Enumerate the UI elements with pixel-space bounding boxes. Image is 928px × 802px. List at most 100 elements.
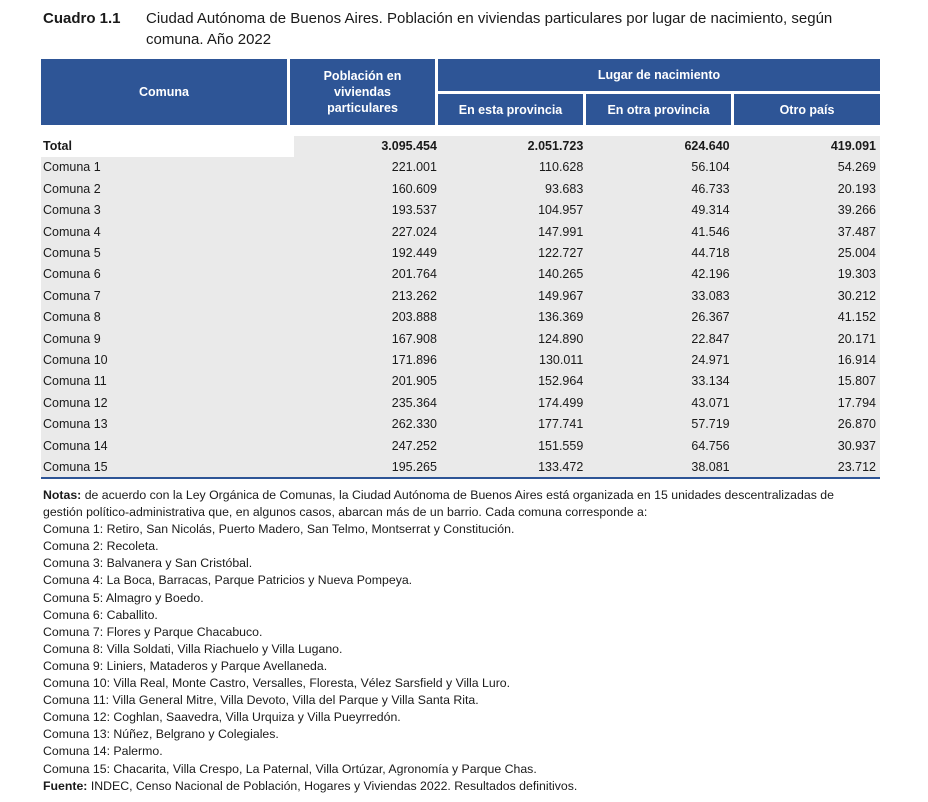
row-name-cell: Comuna 9: [41, 328, 294, 351]
table-bottom-rule: [41, 477, 880, 479]
table-row: Comuna 14 247.252 151.559 64.756 30.937: [41, 435, 880, 458]
otra-provincia-cell: 38.081: [587, 457, 734, 479]
note-line: Comuna 5: Almagro y Boedo.: [43, 590, 204, 605]
otra-provincia-cell: 43.071: [587, 392, 734, 415]
esta-provincia-cell: 2.051.723: [440, 136, 588, 158]
row-name-cell: Comuna 2: [41, 178, 294, 201]
esta-provincia-cell: 147.991: [440, 221, 588, 244]
esta-provincia-cell: 93.683: [440, 178, 588, 201]
header-comuna: Comuna: [41, 59, 287, 125]
poblacion-cell: 193.537: [293, 200, 441, 222]
table-row: Comuna 15 195.265 133.472 38.081 23.712: [41, 457, 880, 479]
row-name-cell: Comuna 4: [41, 221, 294, 244]
row-name-cell: Comuna 10: [41, 350, 294, 372]
row-name-cell: Comuna 13: [41, 414, 294, 436]
esta-provincia-cell: 151.559: [440, 435, 588, 458]
otra-provincia-cell: 33.134: [587, 371, 734, 393]
table-row-total: Total 3.095.454 2.051.723 624.640 419.091: [41, 136, 880, 158]
table-row: Comuna 1 221.001 110.628 56.104 54.269: [41, 157, 880, 179]
poblacion-cell: 203.888: [293, 307, 441, 329]
row-name-cell: Comuna 12: [41, 392, 294, 415]
otra-provincia-cell: 42.196: [587, 264, 734, 286]
row-name-cell: Comuna 5: [41, 243, 294, 265]
poblacion-cell: 235.364: [293, 392, 441, 415]
note-line: Comuna 3: Balvanera y San Cristóbal.: [43, 556, 253, 571]
data-table: Total 3.095.454 2.051.723 624.640 419.091 Com…: [41, 136, 880, 479]
poblacion-cell: 213.262: [293, 285, 441, 308]
row-name-cell: Comuna 1: [41, 157, 294, 179]
poblacion-cell: 221.001: [293, 157, 441, 179]
otro-pais-cell: 39.266: [733, 200, 880, 222]
esta-provincia-cell: 136.369: [440, 307, 588, 329]
otra-provincia-cell: 41.546: [587, 221, 734, 244]
poblacion-cell: 262.330: [293, 414, 441, 436]
header-poblacion: Población en viviendas particulares: [290, 59, 435, 125]
source-text: INDEC, Censo Nacional de Población, Hoga…: [90, 778, 578, 793]
table-row: Comuna 4 227.024 147.991 41.546 37.487: [41, 221, 880, 244]
otra-provincia-cell: 26.367: [587, 307, 734, 329]
note-line: Comuna 13: Núñez, Belgrano y Colegiales.: [43, 727, 279, 742]
table-row: Comuna 12 235.364 174.499 43.071 17.794: [41, 392, 880, 415]
esta-provincia-cell: 140.265: [440, 264, 588, 286]
poblacion-cell: 201.764: [293, 264, 441, 286]
table-row: Comuna 2 160.609 93.683 46.733 20.193: [41, 178, 880, 201]
poblacion-cell: 227.024: [293, 221, 441, 244]
otro-pais-cell: 54.269: [733, 157, 880, 179]
otro-pais-cell: 25.004: [733, 243, 880, 265]
row-name-cell: Comuna 14: [41, 435, 294, 458]
table-row: Comuna 3 193.537 104.957 49.314 39.266: [41, 200, 880, 222]
otro-pais-cell: 37.487: [733, 221, 880, 244]
header-otra-provincia: En otra provincia: [586, 94, 731, 125]
table-row: Comuna 8 203.888 136.369 26.367 41.152: [41, 307, 880, 329]
otro-pais-cell: 23.712: [733, 457, 880, 479]
note-line: Comuna 14: Palermo.: [43, 744, 163, 759]
header-otro-pais: Otro país: [734, 94, 880, 125]
esta-provincia-cell: 104.957: [440, 200, 588, 222]
table-code: Cuadro 1.1: [43, 10, 121, 27]
note-line: Comuna 1: Retiro, San Nicolás, Puerto Ma…: [43, 522, 515, 537]
header-lugar-nacimiento: Lugar de nacimiento: [438, 59, 880, 91]
poblacion-cell: 3.095.454: [293, 136, 441, 158]
otro-pais-cell: 41.152: [733, 307, 880, 329]
poblacion-cell: 201.905: [293, 371, 441, 393]
note-line: Comuna 7: Flores y Parque Chacabuco.: [43, 624, 263, 639]
otra-provincia-cell: 49.314: [587, 200, 734, 222]
source-label: Fuente:: [43, 778, 88, 793]
row-name-cell: Comuna 3: [41, 200, 294, 222]
otro-pais-cell: 26.870: [733, 414, 880, 436]
esta-provincia-cell: 152.964: [440, 371, 588, 393]
poblacion-cell: 247.252: [293, 435, 441, 458]
table-row: Comuna 9 167.908 124.890 22.847 20.171: [41, 328, 880, 351]
otra-provincia-cell: 44.718: [587, 243, 734, 265]
row-name-cell: Comuna 8: [41, 307, 294, 329]
otro-pais-cell: 20.171: [733, 328, 880, 351]
table-row: Comuna 6 201.764 140.265 42.196 19.303: [41, 264, 880, 286]
notes-lines: Comuna 1: Retiro, San Nicolás, Puerto Ma…: [43, 521, 843, 777]
poblacion-cell: 192.449: [293, 243, 441, 265]
otra-provincia-cell: 46.733: [587, 178, 734, 201]
notes-section: Notas: de acuerdo con la Ley Orgánica de…: [43, 487, 843, 795]
otra-provincia-cell: 33.083: [587, 285, 734, 308]
row-name-cell: Total: [41, 136, 294, 158]
table-row: Comuna 7 213.262 149.967 33.083 30.212: [41, 285, 880, 308]
notes-label: Notas:: [43, 488, 82, 502]
table-row: Comuna 10 171.896 130.011 24.971 16.914: [41, 350, 880, 372]
note-line: Comuna 15: Chacarita, Villa Crespo, La P…: [43, 761, 537, 776]
poblacion-cell: 167.908: [293, 328, 441, 351]
row-name-cell: Comuna 6: [41, 264, 294, 286]
otro-pais-cell: 20.193: [733, 178, 880, 201]
table-row: Comuna 11 201.905 152.964 33.134 15.807: [41, 371, 880, 393]
header-esta-provincia: En esta provincia: [438, 94, 583, 125]
esta-provincia-cell: 133.472: [440, 457, 588, 479]
otro-pais-cell: 16.914: [733, 350, 880, 372]
note-line: Comuna 11: Villa General Mitre, Villa De…: [43, 693, 479, 708]
poblacion-cell: 160.609: [293, 178, 441, 201]
note-line: Comuna 2: Recoleta.: [43, 539, 159, 554]
otra-provincia-cell: 64.756: [587, 435, 734, 458]
esta-provincia-cell: 124.890: [440, 328, 588, 351]
esta-provincia-cell: 122.727: [440, 243, 588, 265]
note-line: Comuna 10: Villa Real, Monte Castro, Ver…: [43, 676, 511, 691]
note-line: Comuna 6: Caballito.: [43, 607, 158, 622]
otro-pais-cell: 30.937: [733, 435, 880, 458]
note-line: Comuna 9: Liniers, Mataderos y Parque Av…: [43, 658, 328, 673]
